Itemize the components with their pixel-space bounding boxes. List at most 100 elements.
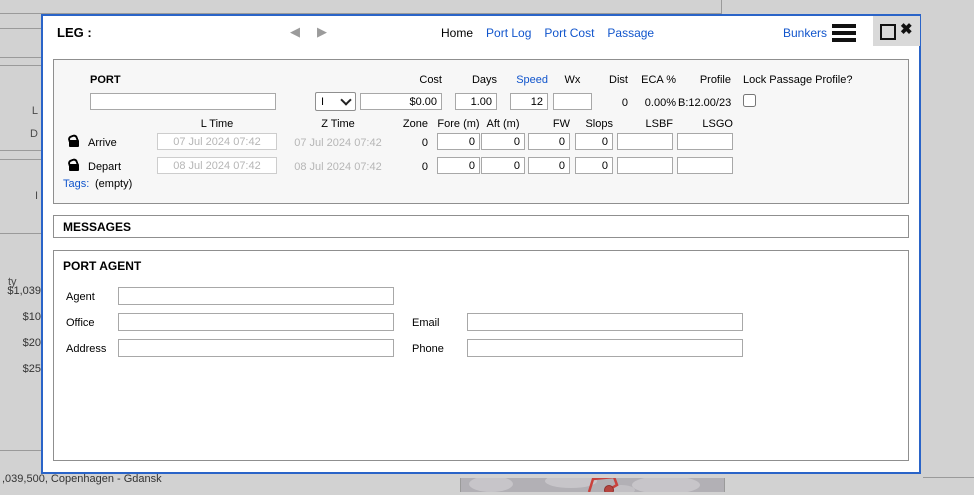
nav-bunkers-link[interactable]: Bunkers bbox=[783, 26, 827, 40]
arrive-lsbf-input[interactable] bbox=[617, 133, 673, 150]
office-label: Office bbox=[66, 317, 95, 329]
bg-divider bbox=[0, 57, 41, 58]
maximize-icon[interactable] bbox=[880, 24, 896, 40]
bg-divider bbox=[0, 450, 41, 451]
port-agent-section: PORT AGENT Agent Office Email Address Ph… bbox=[53, 250, 909, 461]
nav-passage-link[interactable]: Passage bbox=[607, 26, 654, 40]
messages-section: MESSAGES bbox=[53, 215, 909, 238]
eca-value: 0.00% bbox=[632, 97, 676, 109]
nav-port-cost-link[interactable]: Port Cost bbox=[544, 26, 594, 40]
port-label: PORT bbox=[90, 74, 121, 86]
bg-row-label: L bbox=[0, 105, 38, 117]
address-label: Address bbox=[66, 343, 106, 355]
close-icon[interactable]: ✖ bbox=[900, 20, 913, 38]
menu-icon[interactable] bbox=[832, 24, 856, 45]
email-label: Email bbox=[412, 317, 440, 329]
arrive-lsgo-input[interactable] bbox=[677, 133, 733, 150]
bg-divider bbox=[0, 233, 41, 234]
cost-label: Cost bbox=[360, 74, 442, 86]
port-section: PORT I Cost Days Speed Wx Dist 0 ECA % 0… bbox=[53, 59, 909, 204]
leg-type-selected: I bbox=[321, 96, 324, 108]
office-input[interactable] bbox=[118, 313, 394, 331]
bg-row-label: I bbox=[0, 190, 38, 202]
agent-label: Agent bbox=[66, 291, 95, 303]
depart-zone-value: 0 bbox=[398, 161, 428, 173]
tags-value: (empty) bbox=[95, 178, 132, 190]
port-agent-title: PORT AGENT bbox=[63, 259, 141, 273]
bg-divider bbox=[0, 150, 41, 151]
leg-dialog: LEG : ◀ ▶ Home Port Log Port Cost Passag… bbox=[41, 14, 921, 474]
depart-aft-input[interactable] bbox=[481, 157, 525, 174]
phone-input[interactable] bbox=[467, 339, 743, 357]
lsbf-header: LSBF bbox=[617, 118, 673, 130]
days-input[interactable] bbox=[455, 93, 497, 110]
z-time-header: Z Time bbox=[278, 118, 398, 130]
wx-input[interactable] bbox=[553, 93, 592, 110]
depart-lsbf-input[interactable] bbox=[617, 157, 673, 174]
depart-fw-input[interactable] bbox=[528, 157, 570, 174]
arrive-lock-icon[interactable] bbox=[68, 135, 80, 148]
bg-amount: $25 bbox=[0, 363, 41, 375]
profile-label: Profile bbox=[678, 74, 731, 86]
aft-header: Aft (m) bbox=[481, 118, 525, 130]
window-controls: ✖ bbox=[873, 16, 920, 46]
fore-header: Fore (m) bbox=[437, 118, 480, 130]
bg-row-label: D bbox=[0, 128, 38, 140]
nav-port-log-link[interactable]: Port Log bbox=[486, 26, 531, 40]
speed-link[interactable]: Speed bbox=[510, 74, 548, 86]
arrive-zone-value: 0 bbox=[398, 137, 428, 149]
depart-lsgo-input[interactable] bbox=[677, 157, 733, 174]
depart-fore-input[interactable] bbox=[437, 157, 480, 174]
phone-label: Phone bbox=[412, 343, 444, 355]
fw-header: FW bbox=[528, 118, 570, 130]
bg-divider bbox=[0, 159, 41, 160]
wx-label: Wx bbox=[553, 74, 592, 86]
depart-lock-icon[interactable] bbox=[68, 159, 80, 172]
slops-header: Slops bbox=[575, 118, 613, 130]
agent-input[interactable] bbox=[118, 287, 394, 305]
speed-input[interactable] bbox=[510, 93, 548, 110]
zone-header: Zone bbox=[398, 118, 428, 130]
bg-amount: $10 bbox=[0, 311, 41, 323]
bg-amount: $1,039 bbox=[0, 285, 41, 297]
dist-label: Dist bbox=[604, 74, 628, 86]
arrive-ltime-input[interactable] bbox=[157, 133, 277, 150]
tags-link[interactable]: Tags: bbox=[63, 178, 89, 190]
l-time-header: L Time bbox=[157, 118, 277, 130]
bg-divider bbox=[721, 0, 722, 14]
bg-divider bbox=[0, 65, 41, 66]
dist-value: 0 bbox=[604, 97, 628, 109]
dialog-title: LEG : bbox=[57, 25, 92, 40]
bg-divider bbox=[923, 477, 974, 478]
depart-slops-input[interactable] bbox=[575, 157, 613, 174]
days-label: Days bbox=[455, 74, 497, 86]
leg-type-select[interactable]: I bbox=[315, 92, 356, 111]
lock-passage-label: Lock Passage Profile? bbox=[743, 74, 852, 86]
bg-divider bbox=[0, 28, 41, 29]
lsgo-header: LSGO bbox=[677, 118, 733, 130]
arrive-fore-input[interactable] bbox=[437, 133, 480, 150]
arrive-fw-input[interactable] bbox=[528, 133, 570, 150]
cost-input[interactable] bbox=[360, 93, 442, 110]
depart-label: Depart bbox=[88, 161, 121, 173]
lock-passage-checkbox[interactable] bbox=[743, 94, 756, 107]
arrive-slops-input[interactable] bbox=[575, 133, 613, 150]
nav-home-link[interactable]: Home bbox=[441, 26, 473, 40]
arrive-aft-input[interactable] bbox=[481, 133, 525, 150]
bg-amount: $20 bbox=[0, 337, 41, 349]
messages-title: MESSAGES bbox=[63, 220, 131, 234]
address-input[interactable] bbox=[118, 339, 394, 357]
prev-arrow-icon[interactable]: ◀ bbox=[290, 24, 300, 40]
chevron-down-icon bbox=[340, 94, 351, 105]
email-input[interactable] bbox=[467, 313, 743, 331]
arrive-label: Arrive bbox=[88, 137, 117, 149]
depart-ltime-input[interactable] bbox=[157, 157, 277, 174]
profile-value: B:12.00/23 bbox=[678, 97, 731, 109]
bg-status-text: ,039,500, Copenhagen - Gdansk bbox=[2, 473, 162, 485]
arrive-ztime-value: 07 Jul 2024 07:42 bbox=[278, 137, 398, 149]
next-arrow-icon[interactable]: ▶ bbox=[317, 24, 327, 40]
map-image bbox=[461, 478, 724, 492]
port-input[interactable] bbox=[90, 93, 276, 110]
map-thumbnail bbox=[460, 478, 725, 492]
eca-label: ECA % bbox=[632, 74, 676, 86]
